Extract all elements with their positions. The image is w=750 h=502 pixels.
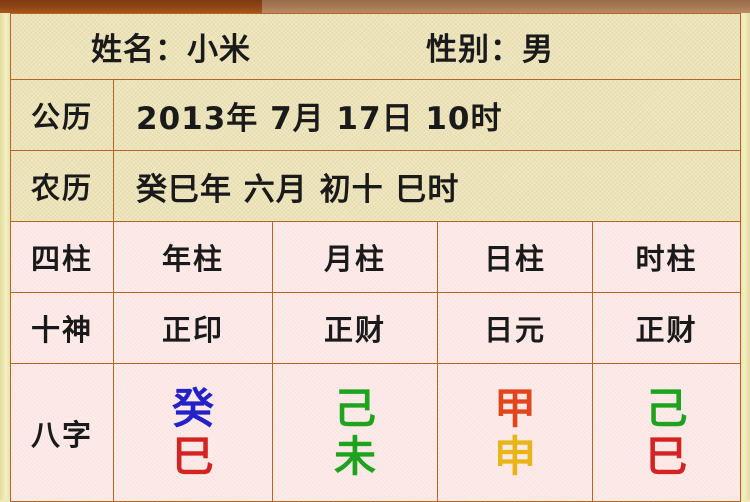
lunar-date-row-label-cell: 农历 [10,150,114,222]
ten-gods-hour-value: 正财 [635,313,698,347]
lunar-date-value: 癸巳年 六月 初十 巳时 [136,171,460,208]
pillar-hour-header-cell: 时柱 [591,221,742,293]
table-row-ten-gods: 十神 正印 正财 日元 正财 [10,292,742,364]
bazi-year-cell: 癸 巳 [113,363,273,502]
bazi-label: 八字 [30,417,93,452]
pillar-day-header: 日柱 [483,242,546,276]
table-row-solar-date: 公历 2013年 7月 17日 10时 [10,79,742,151]
table-row-bazi-characters: 八字 癸 巳 己 未 甲 申 己 巳 [10,363,742,502]
person-gender-label: 性别：男 [426,32,554,68]
bazi-day-earthly-branch: 申 [493,431,536,481]
bazi-hour-earthly-branch: 巳 [645,431,688,481]
ten-gods-month-cell: 正财 [272,292,438,364]
bazi-hour-heavenly-stem: 己 [645,383,688,433]
solar-date-value-cell: 2013年 7月 17日 10时 [112,79,742,151]
ten-gods-day-value: 日元 [483,313,546,347]
paper-margin-right [740,13,750,500]
person-info-cell: 姓名：小米 性别：男 [9,13,742,80]
table-row-lunar-date: 农历 癸巳年 六月 初十 巳时 [10,150,742,222]
pillar-day-header-cell: 日柱 [437,221,593,293]
solar-date-row-label-cell: 公历 [10,79,114,151]
pillar-hour-header: 时柱 [635,242,698,276]
bazi-month-heavenly-stem: 己 [333,383,376,433]
ten-gods-month-value: 正财 [323,313,386,347]
solar-date-label: 公历 [30,100,93,134]
pillar-month-header-cell: 月柱 [272,221,438,293]
bazi-chart-root: 姓名：小米 性别：男 公历 2013年 7月 17日 10时 农历 癸巳年 六月… [0,0,750,502]
bazi-table: 姓名：小米 性别：男 公历 2013年 7月 17日 10时 农历 癸巳年 六月… [9,13,742,502]
solar-date-value: 2013年 7月 17日 10时 [136,100,503,137]
ten-gods-year-value: 正印 [161,313,224,347]
ten-gods-row-label-cell: 十神 [10,292,114,364]
paper-margin-left [0,13,10,500]
pillar-month-header: 月柱 [323,242,386,276]
decorative-top-bar [0,0,750,13]
pillar-year-header-cell: 年柱 [113,221,273,293]
table-row-person-info: 姓名：小米 性别：男 [9,13,742,80]
top-bar-left-segment [0,0,262,13]
bazi-year-earthly-branch: 巳 [171,431,214,481]
bazi-day-cell: 甲 申 [437,363,593,502]
ten-gods-year-cell: 正印 [113,292,273,364]
ten-gods-label: 十神 [30,313,93,347]
four-pillars-row-label-cell: 四柱 [10,221,114,293]
lunar-date-label: 农历 [30,171,93,205]
bazi-row-label-cell: 八字 [10,363,114,502]
bazi-hour-cell: 己 巳 [591,363,742,502]
bazi-year-heavenly-stem: 癸 [171,383,214,433]
ten-gods-day-cell: 日元 [437,292,593,364]
bazi-month-earthly-branch: 未 [333,431,376,481]
bazi-month-cell: 己 未 [272,363,438,502]
bazi-day-heavenly-stem: 甲 [493,383,536,433]
top-bar-right-segment [262,0,750,13]
four-pillars-label: 四柱 [30,242,93,276]
lunar-date-value-cell: 癸巳年 六月 初十 巳时 [112,150,742,222]
pillar-year-header: 年柱 [161,242,224,276]
table-row-four-pillars: 四柱 年柱 月柱 日柱 时柱 [10,221,742,293]
ten-gods-hour-cell: 正财 [591,292,742,364]
person-name-label: 姓名：小米 [91,32,251,68]
